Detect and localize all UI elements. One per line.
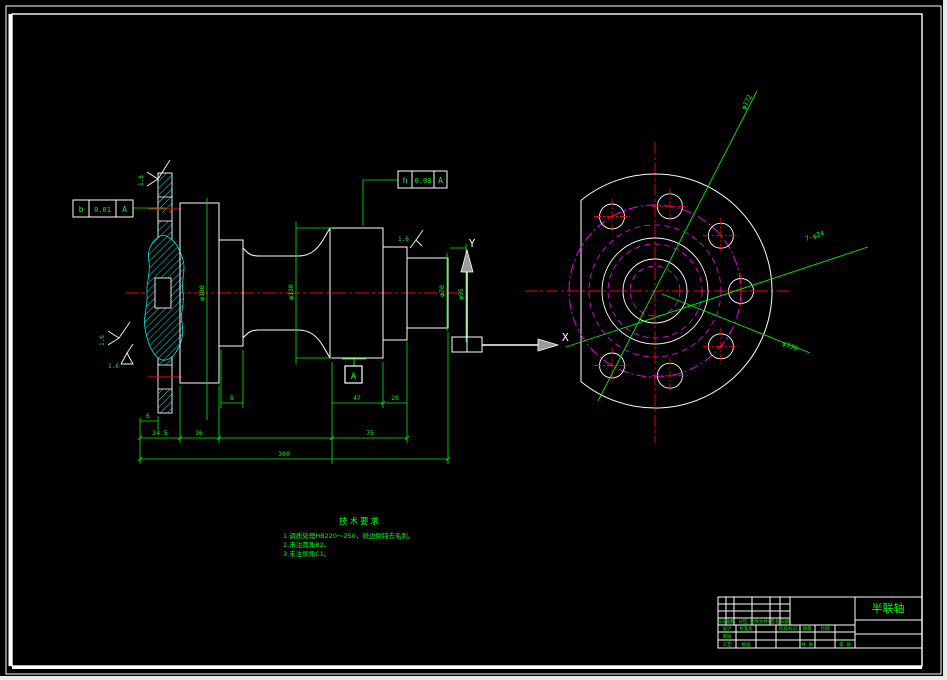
note-item-3: 3.未注倒角C1。 — [283, 549, 330, 558]
ucs-y-label: Y — [469, 237, 476, 250]
datum-letter: A — [351, 372, 357, 382]
window-right-edge — [943, 0, 947, 680]
keyway-bore — [154, 277, 172, 309]
fcf-top-tolerance: 0.03 — [415, 177, 432, 185]
tb-label-chushu: 处数 — [726, 618, 735, 625]
window-bottom-edge — [0, 676, 947, 680]
fcf-left-symbol: b — [79, 205, 84, 214]
tb-label-qianming: 签名 — [771, 618, 780, 625]
tb-label-zhiliang: 质量 — [803, 625, 812, 632]
roughness-value-2: 1.6 — [99, 335, 106, 346]
dim-24-5: 24.5 — [152, 429, 168, 437]
dim-8: 8 — [230, 394, 234, 402]
tb-label-shenhe: 审核 — [723, 633, 732, 640]
dim-28: 28 — [391, 394, 399, 402]
fcf-top-symbol: h — [403, 176, 408, 185]
fcf-left-tolerance: 0.01 — [94, 206, 111, 214]
fcf-left-datum: A — [122, 205, 127, 214]
roughness-value-1: 1.6 — [138, 175, 145, 186]
tb-label-riqi: 日期 — [781, 619, 790, 625]
tb-label-gongzhang: 共 张 — [801, 641, 813, 648]
roughness-value-4: 1.6 — [398, 236, 409, 243]
fcf-top-datum: A — [438, 176, 443, 185]
cad-window: 6 24.5 36 8 47 28 75 300 φ180 φ130 φ70 φ… — [0, 0, 947, 680]
dim-dia-70: φ70 — [438, 285, 446, 297]
tb-label-gengai: 更改文件号 — [750, 618, 773, 625]
note-item-1: 1.调质处理HB220～250，锐边倒钝去毛刺。 — [283, 531, 414, 540]
dim-dia-95: φ95 — [457, 288, 465, 300]
dim-75: 75 — [366, 429, 374, 437]
tb-label-gongyi: 工艺 — [723, 642, 732, 648]
notes-title: 技术要求 — [339, 516, 381, 527]
part-name: 半联轴 — [872, 601, 905, 615]
dim-dia-130: φ130 — [287, 284, 295, 300]
cad-drawing-canvas[interactable]: 6 24.5 36 8 47 28 75 300 φ180 φ130 φ70 φ… — [0, 0, 947, 680]
dim-47: 47 — [353, 394, 361, 402]
sheet-background — [0, 0, 947, 680]
roughness-value-3: 1.6 — [108, 363, 119, 370]
tb-label-dizhang: 第 张 — [839, 641, 851, 648]
dim-overall: 300 — [278, 450, 290, 458]
dim-36: 36 — [195, 429, 203, 437]
dim-6: 6 — [146, 412, 150, 420]
tb-label-bili: 比例 — [821, 625, 830, 632]
dim-dia-180: φ180 — [198, 285, 206, 301]
ucs-x-label: X — [562, 331, 569, 344]
tb-label-biaozhunhua: 标准化 — [739, 625, 753, 632]
tb-label-pizhun: 批准 — [742, 641, 751, 648]
tb-label-jieduan: 阶段标记 — [779, 625, 797, 632]
note-item-2: 2.未注圆角R2。 — [283, 540, 330, 549]
tb-label-fenqu: 分区 — [739, 618, 748, 625]
tb-label-sheji: 设计 — [723, 625, 732, 632]
